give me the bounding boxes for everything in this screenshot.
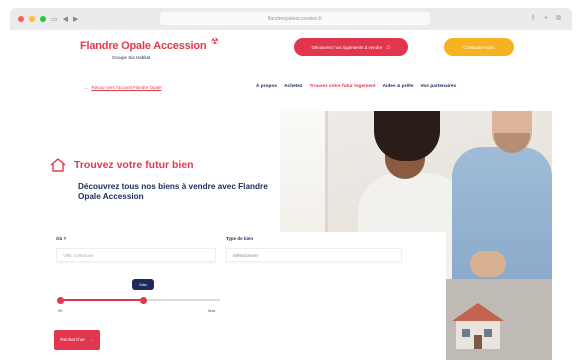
browse-listings-label: Découvrez nos logements à vendre xyxy=(311,44,383,50)
browse-listings-button[interactable]: Découvrez nos logements à vendre ⌂ xyxy=(294,38,408,56)
type-label: Type de bien xyxy=(226,236,254,241)
type-select-value: Sélectionner xyxy=(233,252,259,258)
back-arrow-icon[interactable]: ◀ xyxy=(63,15,68,23)
arrow-left-icon: ← xyxy=(84,85,89,90)
city-input-placeholder: Ville, commune xyxy=(63,252,94,258)
contact-label: Contactez-nous xyxy=(463,44,495,50)
budget-slider-fill xyxy=(60,299,144,301)
nav-item-partenaires[interactable]: Vos partenaires xyxy=(421,84,457,89)
back-home-label: Retour vers l'accueil Flandre Opale xyxy=(91,85,162,90)
nav-item-a-propos[interactable]: À propos xyxy=(256,84,277,89)
minimize-window-dot[interactable] xyxy=(29,16,35,22)
budget-max-label: Max xyxy=(208,308,216,313)
logo-swirl-icon: ☢ xyxy=(210,36,219,46)
contact-button[interactable]: Contactez-nous xyxy=(444,38,514,56)
sidebar-toggle-icon[interactable]: ▭ xyxy=(51,15,58,23)
logo-tagline: Groupe Sia Habitat xyxy=(112,55,151,60)
site-logo[interactable]: Flandre Opale Accession ☢ Groupe Sia Hab… xyxy=(80,36,219,60)
house-icon: ⌂ xyxy=(386,43,391,51)
close-window-dot[interactable] xyxy=(18,16,24,22)
nav-item-trouvez[interactable]: Trouvez votre futur logement xyxy=(309,84,375,89)
address-bar-url: flandreopaleaccession.fr xyxy=(267,15,323,22)
house-model-icon xyxy=(452,303,504,349)
maximize-window-dot[interactable] xyxy=(40,16,46,22)
nav-item-aides[interactable]: Aides & prêts xyxy=(383,84,414,89)
search-panel: Où ? Ville, commune Type de bien Sélecti… xyxy=(50,232,446,360)
house-search-icon xyxy=(50,158,66,172)
budget-min-label: 0€ xyxy=(58,308,63,313)
nav-item-achetez[interactable]: Achetez xyxy=(284,84,302,89)
budget-max-handle[interactable] xyxy=(139,296,147,304)
budget-value-bubble: Max xyxy=(132,279,155,290)
budget-min-handle[interactable] xyxy=(57,296,64,304)
page-subtitle: Découvrez tous nos biens à vendre avec F… xyxy=(78,182,268,201)
city-label: Où ? xyxy=(56,236,67,241)
forward-arrow-icon[interactable]: ▶ xyxy=(73,15,78,23)
main-nav: À propos Achetez Trouvez votre futur log… xyxy=(256,84,456,89)
arrow-right-icon: → xyxy=(89,337,94,343)
search-submit-label: Rechercher xyxy=(60,337,85,343)
logo-text: Flandre Opale Accession xyxy=(80,40,207,52)
page-title: Trouvez votre futur bien xyxy=(74,159,194,171)
back-home-link[interactable]: ← Retour vers l'accueil Flandre Opale xyxy=(84,85,162,90)
browser-toolbar: ▭ ◀ ▶ flandreopaleaccession.fr ⇪ + ⧉ xyxy=(10,8,572,30)
share-new-tab-icons[interactable]: ⇪ + ⧉ xyxy=(530,14,564,23)
type-select[interactable]: Sélectionner xyxy=(226,248,402,262)
city-input[interactable]: Ville, commune xyxy=(56,248,216,262)
hero-heading: Trouvez votre futur bien xyxy=(50,158,194,172)
web-page: Flandre Opale Accession ☢ Groupe Sia Hab… xyxy=(10,30,572,360)
address-bar[interactable]: flandreopaleaccession.fr xyxy=(160,12,430,25)
search-submit-button[interactable]: Rechercher → xyxy=(54,330,100,350)
